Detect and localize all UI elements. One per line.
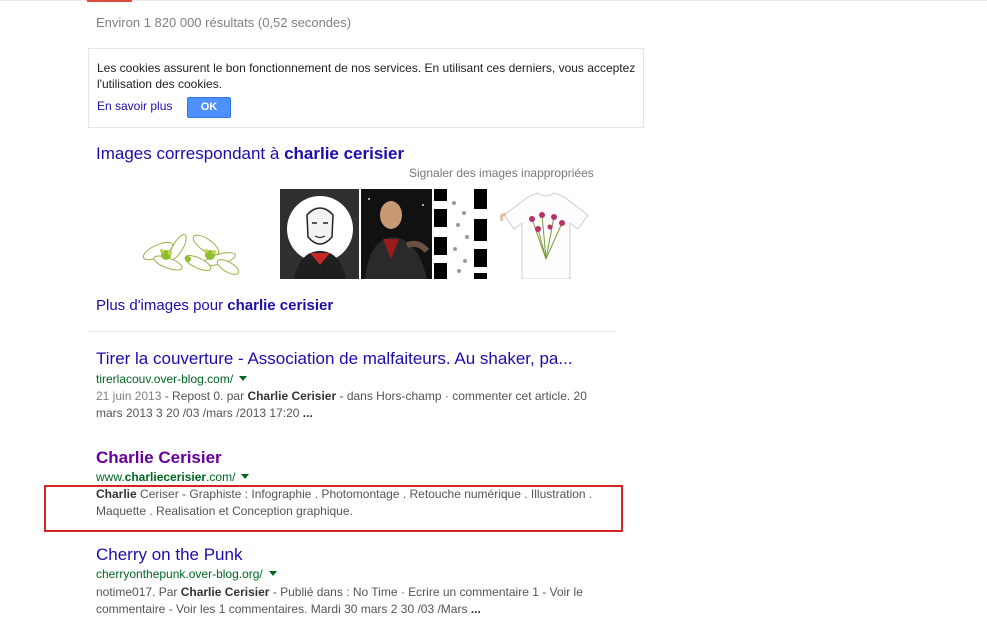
report-images-link[interactable]: Signaler des images inappropriées [409,166,594,180]
more-images-query: charlie cerisier [227,297,334,314]
result-url-suffix-2: .com/ [206,470,236,484]
cookie-notice: Les cookies assurent le bon fonctionneme… [88,48,644,128]
result-url-2[interactable]: www.charliecerisier.com/ [96,470,250,484]
result-title-2[interactable]: Charlie Cerisier [96,448,222,468]
images-heading-query: charlie cerisier [284,144,405,163]
image-thumbnail-tshirt[interactable] [498,189,594,279]
chevron-down-icon[interactable] [241,474,250,479]
image-thumbnail-night-photo[interactable] [361,189,432,279]
result-url-1[interactable]: tirerlacouv.over-blog.com/ [96,372,248,386]
search-results-page: Environ 1 820 000 résultats (0,52 second… [0,0,987,639]
snippet-bold-1: Charlie Cerisier [247,389,337,403]
highlight-annotation-box [44,485,623,532]
snippet-text-3a: notime017. Par [96,585,181,599]
portrait-drawing-image [280,189,359,279]
learn-more-link[interactable]: En savoir plus [97,99,172,113]
image-thumbnail-flowers[interactable] [128,189,246,279]
image-thumbnail-collage[interactable] [434,189,487,279]
more-images-link[interactable]: Plus d'images pour charlie cerisier [96,297,333,314]
section-divider [88,331,616,332]
tshirt-image [498,189,594,279]
result-url-3[interactable]: cherryonthepunk.over-blog.org/ [96,567,277,581]
snippet-bold-3: Charlie Cerisier [180,585,270,599]
result-url-text-3: cherryonthepunk.over-blog.org/ [96,567,263,581]
result-title-1[interactable]: Tirer la couverture - Association de mal… [96,349,573,369]
chevron-down-icon[interactable] [239,376,248,381]
top-divider [0,0,987,1]
result-url-bold-2: charliecerisier [124,470,207,484]
chevron-down-icon[interactable] [268,571,277,576]
active-tab-indicator [87,0,132,2]
images-heading-link[interactable]: Images correspondant à charlie cerisier [96,144,404,164]
result-stats: Environ 1 820 000 résultats (0,52 second… [96,15,352,30]
night-photo-image [361,189,432,279]
collage-image [434,189,487,279]
snippet-text-1a: - Repost 0. par [161,389,248,403]
image-thumbnail-portrait-drawing[interactable] [280,189,359,279]
cookie-ok-button[interactable]: OK [187,97,231,118]
result-snippet-3: notime017. Par Charlie Cerisier - Publié… [96,584,606,618]
cookie-notice-text: Les cookies assurent le bon fonctionneme… [97,61,636,91]
snippet-ellipsis-1: ... [302,406,313,420]
more-images-prefix: Plus d'images pour [96,297,228,314]
snippet-date-1: 21 juin 2013 [96,389,162,403]
result-snippet-1: 21 juin 2013 - Repost 0. par Charlie Cer… [96,388,606,422]
result-url-text-1: tirerlacouv.over-blog.com/ [96,372,234,386]
flowers-image [128,189,246,279]
snippet-ellipsis-3: ... [470,602,481,616]
result-url-prefix-2: www. [96,470,125,484]
result-title-3[interactable]: Cherry on the Punk [96,545,242,565]
images-heading-prefix: Images correspondant à [96,144,285,163]
